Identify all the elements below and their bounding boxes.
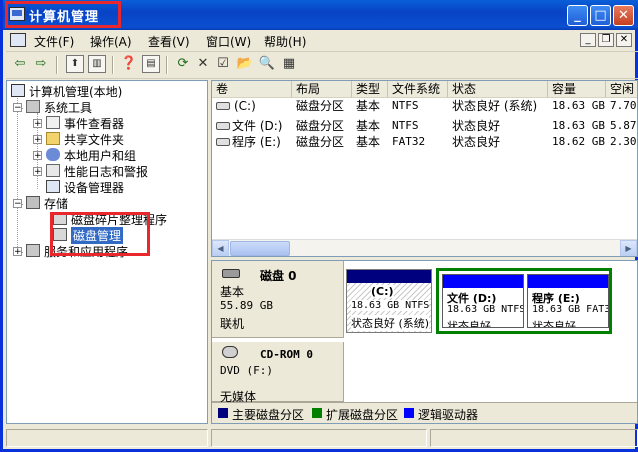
legend: 主要磁盘分区 扩展磁盘分区 逻辑驱动器 bbox=[212, 402, 637, 423]
services-icon bbox=[26, 244, 40, 257]
back-arrow-icon[interactable]: ⇦ bbox=[11, 55, 29, 73]
title-highlight-box bbox=[5, 1, 121, 28]
disk-0-label[interactable]: 磁盘 0 基本 55.89 GB 联机 bbox=[212, 261, 344, 338]
volume-list: 卷 布局 类型 文件系统 状态 容量 空闲 (C:) 磁盘分区 基本 NTFS … bbox=[211, 80, 638, 257]
scroll-left-button[interactable]: ◀ bbox=[212, 240, 229, 256]
horizontal-scrollbar[interactable]: ◀ ▶ bbox=[212, 239, 637, 256]
expand-toggle[interactable]: + bbox=[33, 135, 42, 145]
toolbox-icon bbox=[26, 100, 40, 113]
menu-bar: 文件(F) 操作(A) 查看(V) 窗口(W) 帮助(H) _ ❐ ✕ bbox=[6, 30, 638, 52]
minimize-button[interactable]: _ bbox=[567, 5, 588, 26]
maximize-button[interactable]: □ bbox=[590, 5, 611, 26]
status-segment bbox=[6, 429, 208, 447]
legend-swatch-primary bbox=[218, 408, 228, 418]
menu-action[interactable]: 操作(A) bbox=[90, 33, 132, 50]
menu-window[interactable]: 窗口(W) bbox=[206, 33, 251, 50]
menu-view[interactable]: 查看(V) bbox=[148, 33, 190, 50]
expand-toggle[interactable]: + bbox=[33, 167, 42, 177]
menu-help[interactable]: 帮助(H) bbox=[264, 33, 306, 50]
document-icon[interactable] bbox=[10, 33, 26, 47]
properties-pane-icon[interactable]: ▤ bbox=[142, 55, 160, 73]
delete-icon[interactable]: ✕ bbox=[194, 55, 212, 73]
legend-swatch-extended bbox=[312, 408, 322, 418]
menu-file[interactable]: 文件(F) bbox=[34, 33, 74, 50]
hard-disk-icon bbox=[222, 269, 240, 278]
disk-graphical-view: 磁盘 0 基本 55.89 GB 联机 (C:) 18.63 GB NTFS 状… bbox=[211, 260, 638, 424]
mdi-restore-button[interactable]: ❐ bbox=[598, 33, 614, 47]
window: 计算机管理 _ □ ✕ 文件(F) 操作(A) 查看(V) 窗口(W) 帮助(H… bbox=[0, 0, 638, 452]
performance-icon bbox=[46, 164, 60, 177]
event-viewer-icon bbox=[46, 116, 60, 129]
refresh-icon[interactable]: ⟳ bbox=[174, 55, 192, 73]
mdi-close-button[interactable]: ✕ bbox=[616, 33, 632, 47]
status-segment bbox=[430, 429, 638, 447]
partition-e[interactable]: 程序 (E:) 18.63 GB FAT32 状态良好 bbox=[527, 274, 609, 328]
col-filesystem[interactable]: 文件系统 bbox=[388, 81, 448, 98]
expand-toggle[interactable]: + bbox=[33, 151, 42, 161]
legend-swatch-logical bbox=[404, 408, 414, 418]
collapse-toggle[interactable]: − bbox=[13, 103, 22, 113]
cdrom-0-empty-area[interactable] bbox=[344, 342, 637, 402]
properties-icon[interactable]: ☑ bbox=[214, 55, 232, 73]
col-type[interactable]: 类型 bbox=[352, 81, 388, 98]
toolbar: ⇦ ⇨ ⬆ ▥ ❓ ▤ ⟳ ✕ ☑ 📂 🔍 ▦ bbox=[6, 52, 638, 79]
open-folder-icon[interactable]: 📂 bbox=[236, 55, 254, 73]
device-manager-icon bbox=[46, 180, 60, 193]
mdi-minimize-button[interactable]: _ bbox=[580, 33, 596, 47]
title-bar[interactable]: 计算机管理 _ □ ✕ bbox=[3, 0, 638, 30]
scroll-thumb[interactable] bbox=[230, 241, 290, 256]
tree-highlight-box bbox=[50, 212, 150, 256]
drive-icon bbox=[216, 122, 230, 130]
drive-icon bbox=[216, 102, 230, 110]
users-icon bbox=[46, 148, 60, 161]
col-layout[interactable]: 布局 bbox=[292, 81, 352, 98]
cdrom-0-label[interactable]: CD-ROM 0 DVD (F:) 无媒体 bbox=[212, 342, 344, 404]
search-icon[interactable]: 🔍 bbox=[258, 55, 276, 73]
drive-icon bbox=[216, 138, 230, 146]
close-button[interactable]: ✕ bbox=[613, 5, 634, 26]
expand-toggle[interactable]: + bbox=[33, 119, 42, 129]
shared-folder-icon bbox=[46, 132, 60, 145]
help-icon[interactable]: ❓ bbox=[120, 55, 138, 73]
check-disk-icon[interactable]: ▦ bbox=[280, 55, 298, 73]
col-free[interactable]: 空闲 bbox=[606, 81, 637, 98]
status-bar bbox=[6, 428, 638, 448]
forward-arrow-icon[interactable]: ⇨ bbox=[32, 55, 50, 73]
col-capacity[interactable]: 容量 bbox=[548, 81, 606, 98]
cd-drive-icon bbox=[222, 346, 238, 358]
partition-d[interactable]: 文件 (D:) 18.63 GB NTFS 状态良好 bbox=[442, 274, 524, 328]
scroll-right-button[interactable]: ▶ bbox=[620, 240, 637, 256]
computer-icon bbox=[11, 84, 25, 97]
col-volume[interactable]: 卷 bbox=[212, 81, 292, 98]
col-status[interactable]: 状态 bbox=[448, 81, 548, 98]
expand-toggle[interactable]: + bbox=[13, 247, 22, 257]
status-segment bbox=[211, 429, 427, 447]
extended-partition[interactable]: 文件 (D:) 18.63 GB NTFS 状态良好 程序 (E:) 18.63… bbox=[436, 268, 612, 334]
storage-icon bbox=[26, 196, 40, 209]
show-hide-tree-icon[interactable]: ▥ bbox=[88, 55, 106, 73]
collapse-toggle[interactable]: − bbox=[13, 199, 22, 209]
up-folder-icon[interactable]: ⬆ bbox=[66, 55, 84, 73]
partition-c[interactable]: (C:) 18.63 GB NTFS 状态良好 (系统) bbox=[346, 269, 432, 333]
